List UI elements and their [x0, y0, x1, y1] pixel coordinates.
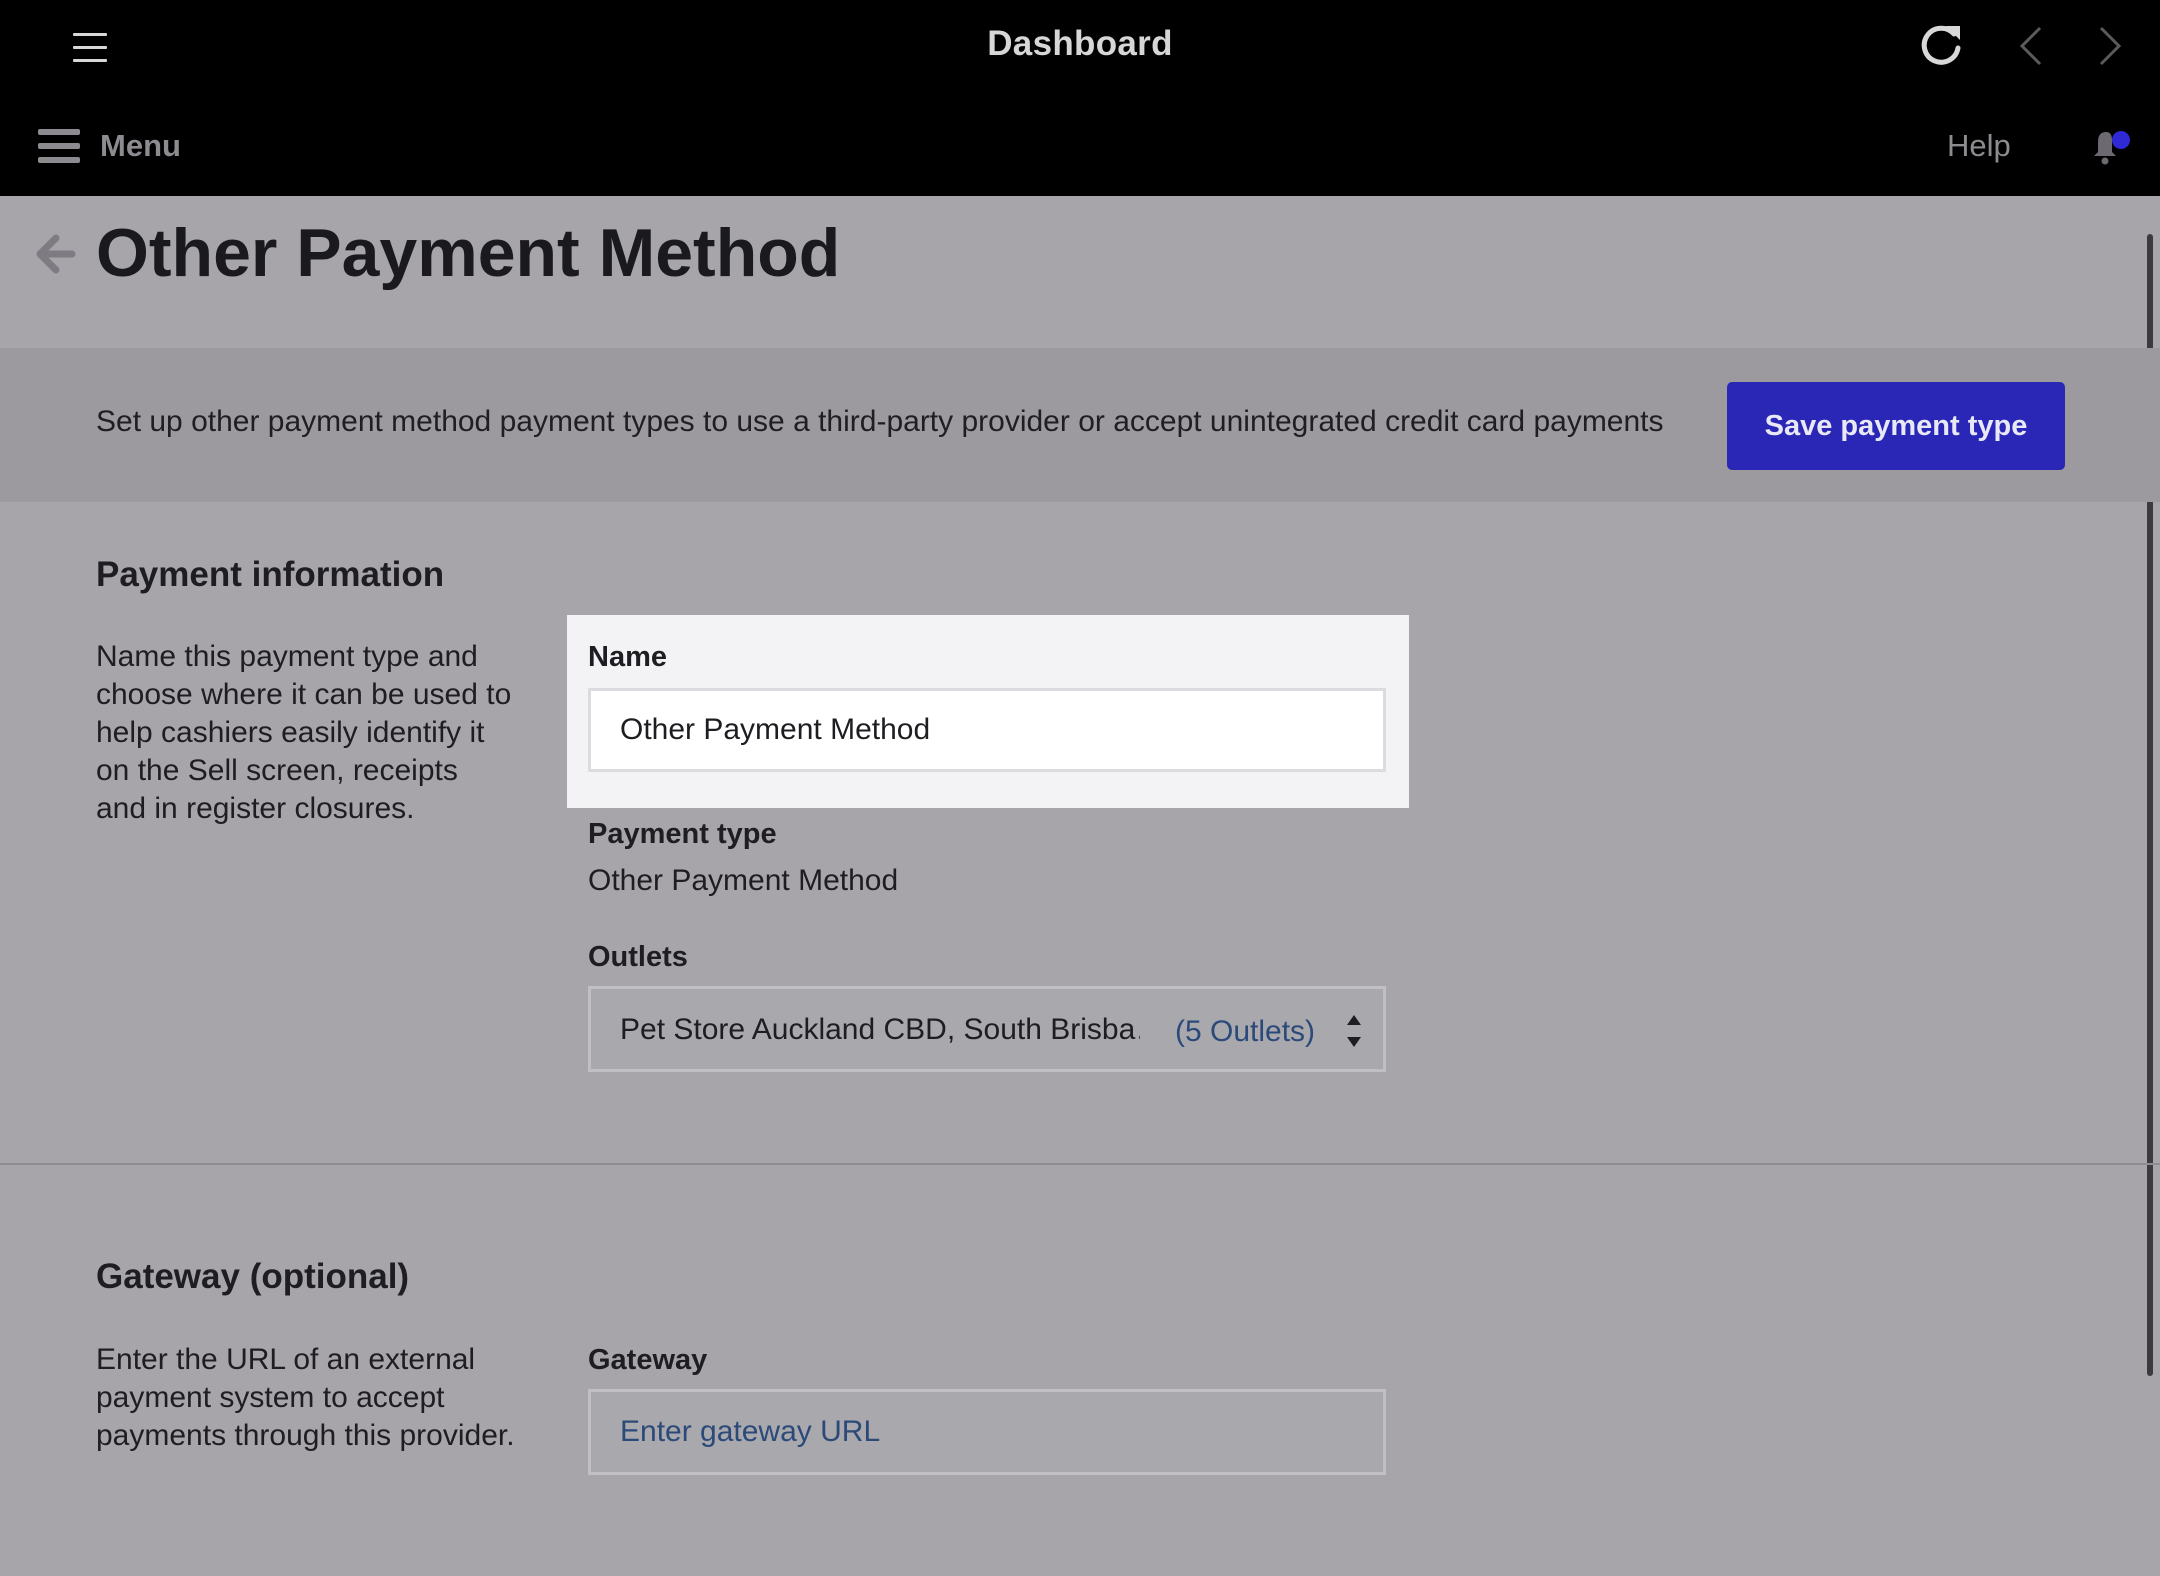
payment-type-value: Other Payment Method: [588, 864, 899, 897]
save-payment-type-button[interactable]: Save payment type: [1727, 382, 2065, 470]
top-bar: Dashboard Menu Help: [0, 0, 2160, 196]
banner-text: Set up other payment method payment type…: [96, 405, 1664, 438]
menu-label: Menu: [100, 128, 181, 163]
arrow-left-icon[interactable]: [32, 230, 76, 278]
updown-icon: [1347, 1015, 1361, 1047]
chevron-right-icon[interactable]: [2095, 24, 2125, 68]
outlets-count: (5 Outlets): [1175, 1015, 1316, 1048]
menu-icon: [38, 129, 80, 163]
name-label: Name: [588, 641, 667, 673]
gateway-title: Gateway (optional): [96, 1257, 410, 1296]
gateway-description: Enter the URL of an external payment sys…: [96, 1343, 515, 1452]
help-link[interactable]: Help: [1947, 128, 2011, 164]
outlets-label: Outlets: [588, 941, 688, 973]
outlets-selected-value: Pet Store Auckland CBD, South Brisba…: [620, 1013, 1140, 1046]
payment-information-title: Payment information: [96, 555, 445, 594]
outlets-select[interactable]: Pet Store Auckland CBD, South Brisba… (5…: [588, 986, 1386, 1072]
gateway-label: Gateway: [588, 1344, 708, 1376]
payment-information-description: Name this payment type and choose where …: [96, 640, 512, 825]
gateway-url-input[interactable]: [588, 1389, 1386, 1475]
payment-type-label: Payment type: [588, 818, 777, 850]
bell-icon[interactable]: [2088, 126, 2132, 166]
menu-button[interactable]: Menu: [38, 126, 181, 166]
page-title: Other Payment Method: [96, 215, 841, 291]
app-title: Dashboard: [987, 24, 1173, 63]
section-divider: [0, 1163, 2160, 1165]
name-input[interactable]: [588, 688, 1386, 772]
chevron-left-icon[interactable]: [2016, 24, 2046, 68]
reload-icon[interactable]: [1916, 20, 1966, 70]
notification-dot: [2112, 131, 2130, 149]
